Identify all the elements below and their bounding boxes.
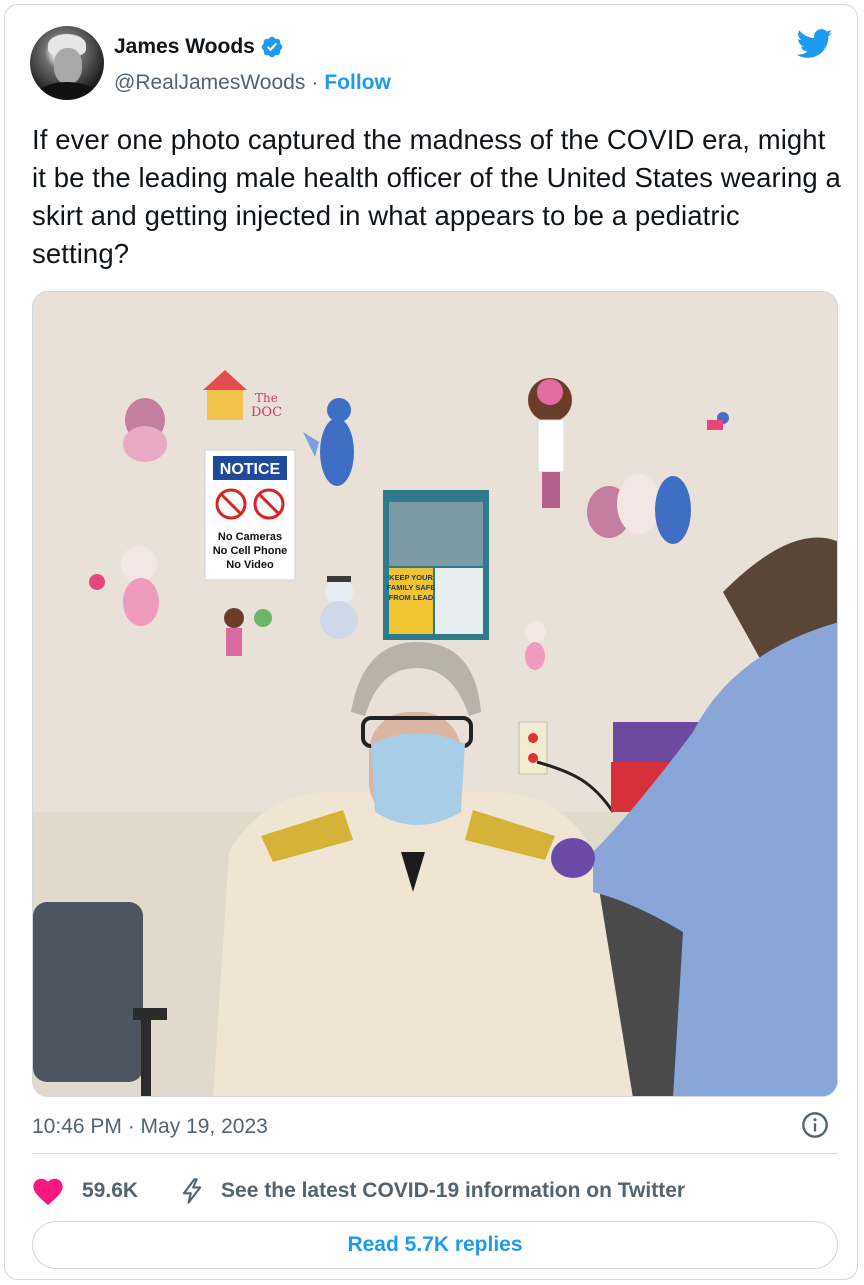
poster-line-1: KEEP YOUR bbox=[389, 573, 433, 582]
tweet-text: If ever one photo captured the madness o… bbox=[32, 124, 841, 269]
twitter-bird-icon[interactable] bbox=[797, 29, 833, 59]
lead-poster: KEEP YOUR FAMILY SAFE FROM LEAD bbox=[383, 490, 489, 640]
avatar-shoulders bbox=[36, 82, 98, 100]
handle-separator: · bbox=[311, 71, 319, 94]
avatar-face bbox=[54, 48, 82, 84]
verified-badge-icon bbox=[261, 36, 283, 58]
read-replies-button[interactable]: Read 5.7K replies bbox=[32, 1221, 838, 1269]
lightning-icon bbox=[182, 1178, 202, 1204]
author-handle[interactable]: @RealJamesWoods bbox=[114, 71, 305, 95]
covid-info-link[interactable]: See the latest COVID-19 information on T… bbox=[221, 1179, 685, 1203]
footer-divider bbox=[32, 1153, 838, 1154]
svg-text:DOC: DOC bbox=[251, 405, 282, 420]
svg-text:The: The bbox=[255, 391, 278, 405]
follow-link[interactable]: Follow bbox=[324, 71, 391, 95]
author-handle-row: @RealJamesWoods · Follow bbox=[114, 71, 391, 95]
poster-line-3: FROM LEAD bbox=[389, 593, 434, 602]
photo-illustration: The DOC NOTICE No Cameras No Cell Phone … bbox=[33, 292, 837, 1096]
notice-title: NOTICE bbox=[220, 461, 281, 478]
tweet-timestamp[interactable]: 10:46 PM · May 19, 2023 bbox=[32, 1115, 268, 1139]
notice-line-1: No Cameras bbox=[218, 531, 282, 543]
avatar[interactable] bbox=[30, 26, 104, 100]
notice-sign: NOTICE No Cameras No Cell Phone No Video bbox=[204, 449, 296, 581]
notice-line-2: No Cell Phone bbox=[213, 545, 288, 557]
sticker-tag bbox=[707, 420, 723, 430]
sticker-hippo-top-left bbox=[123, 398, 167, 462]
like-count[interactable]: 59.6K bbox=[82, 1179, 138, 1203]
poster-line-2: FAMILY SAFE bbox=[387, 583, 436, 592]
tweet-actions: 59.6K See the latest COVID-19 informatio… bbox=[32, 1175, 685, 1207]
tweet-card: James Woods @RealJamesWoods · Follow If … bbox=[4, 4, 858, 1280]
heart-icon[interactable] bbox=[32, 1176, 64, 1206]
author-name-row[interactable]: James Woods bbox=[114, 35, 284, 59]
info-icon[interactable] bbox=[801, 1111, 829, 1139]
author-display-name[interactable]: James Woods bbox=[114, 35, 255, 59]
tweet-photo[interactable]: The DOC NOTICE No Cameras No Cell Phone … bbox=[32, 291, 838, 1097]
notice-line-3: No Video bbox=[226, 559, 274, 571]
